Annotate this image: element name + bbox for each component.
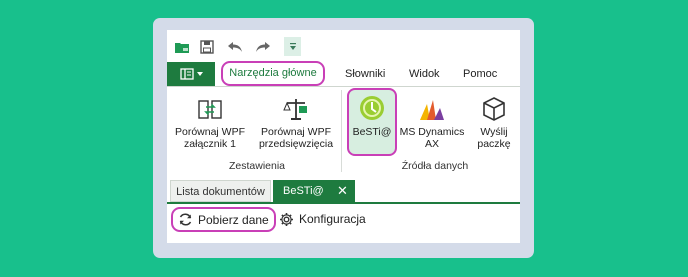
ms-dynamics-icon xyxy=(398,92,466,122)
button-label: przedsięwzięcia xyxy=(258,138,334,150)
porownaj-wpf-przedsiewziecia-button[interactable]: Porównaj WPF przedsięwzięcia xyxy=(253,92,339,150)
app-logo-icon[interactable] xyxy=(173,38,190,56)
gear-icon xyxy=(280,212,293,226)
document-tab-bar: Lista dokumentów BeSTi@ ✕ xyxy=(167,180,520,202)
konfiguracja-label: Konfiguracja xyxy=(299,212,366,226)
book-icon xyxy=(179,68,194,80)
chevron-down-icon xyxy=(196,72,203,76)
tab-pomoc[interactable]: Pomoc xyxy=(463,62,497,86)
refresh-icon xyxy=(179,213,192,226)
besti-icon xyxy=(347,92,397,122)
pobierz-dane-button[interactable]: Pobierz dane xyxy=(171,207,276,232)
group-divider xyxy=(341,90,342,172)
button-label: AX xyxy=(424,138,439,150)
ribbon-separator xyxy=(167,86,520,87)
group-label-zrodla-danych: Źródła danych xyxy=(401,160,469,172)
close-icon[interactable]: ✕ xyxy=(337,180,348,202)
redo-icon[interactable] xyxy=(253,38,271,56)
button-label: załącznik 1 xyxy=(184,138,236,150)
ribbon-tab-row: Narzędzia główne Słowniki Widok Pomoc xyxy=(167,61,520,86)
undo-icon[interactable] xyxy=(226,38,244,56)
button-label: Porównaj WPF xyxy=(260,126,332,138)
chevron-down-icon xyxy=(289,43,296,50)
tab-lista-dokumentow[interactable]: Lista dokumentów xyxy=(170,180,271,202)
button-label: paczkę xyxy=(477,138,511,150)
tab-widok[interactable]: Widok xyxy=(409,62,440,86)
scale-icon xyxy=(253,92,339,122)
tab-besti[interactable]: BeSTi@ ✕ xyxy=(273,180,355,202)
customize-toolbar-dropdown[interactable] xyxy=(284,37,301,56)
button-label: Wyślij xyxy=(480,126,508,138)
porownaj-wpf-zalacznik-button[interactable]: Porównaj WPF załącznik 1 xyxy=(169,92,251,150)
tab-slowniki[interactable]: Słowniki xyxy=(345,62,385,86)
button-label: BeSTi@ xyxy=(352,126,392,138)
package-icon xyxy=(469,92,519,122)
ms-dynamics-ax-button[interactable]: MS Dynamics AX xyxy=(398,92,466,150)
pobierz-dane-label: Pobierz dane xyxy=(198,212,269,227)
button-label: Porównaj WPF xyxy=(174,126,246,138)
group-label-zestawienia: Zestawienia xyxy=(228,160,286,172)
wyslij-paczke-button[interactable]: Wyślij paczkę xyxy=(469,92,519,150)
besti-button[interactable]: BeSTi@ xyxy=(347,92,397,138)
file-menu-button[interactable] xyxy=(167,62,215,86)
konfiguracja-button[interactable]: Konfiguracja xyxy=(279,208,366,230)
save-icon[interactable] xyxy=(199,38,215,56)
app-window: Narzędzia główne Słowniki Widok Pomoc Po… xyxy=(167,30,520,243)
document-tab-underline xyxy=(167,202,520,204)
button-label: MS Dynamics xyxy=(399,126,465,138)
tab-besti-label: BeSTi@ xyxy=(283,185,324,197)
compare-icon xyxy=(169,92,251,122)
tab-narzedzia-glowne[interactable]: Narzędzia główne xyxy=(221,61,325,86)
